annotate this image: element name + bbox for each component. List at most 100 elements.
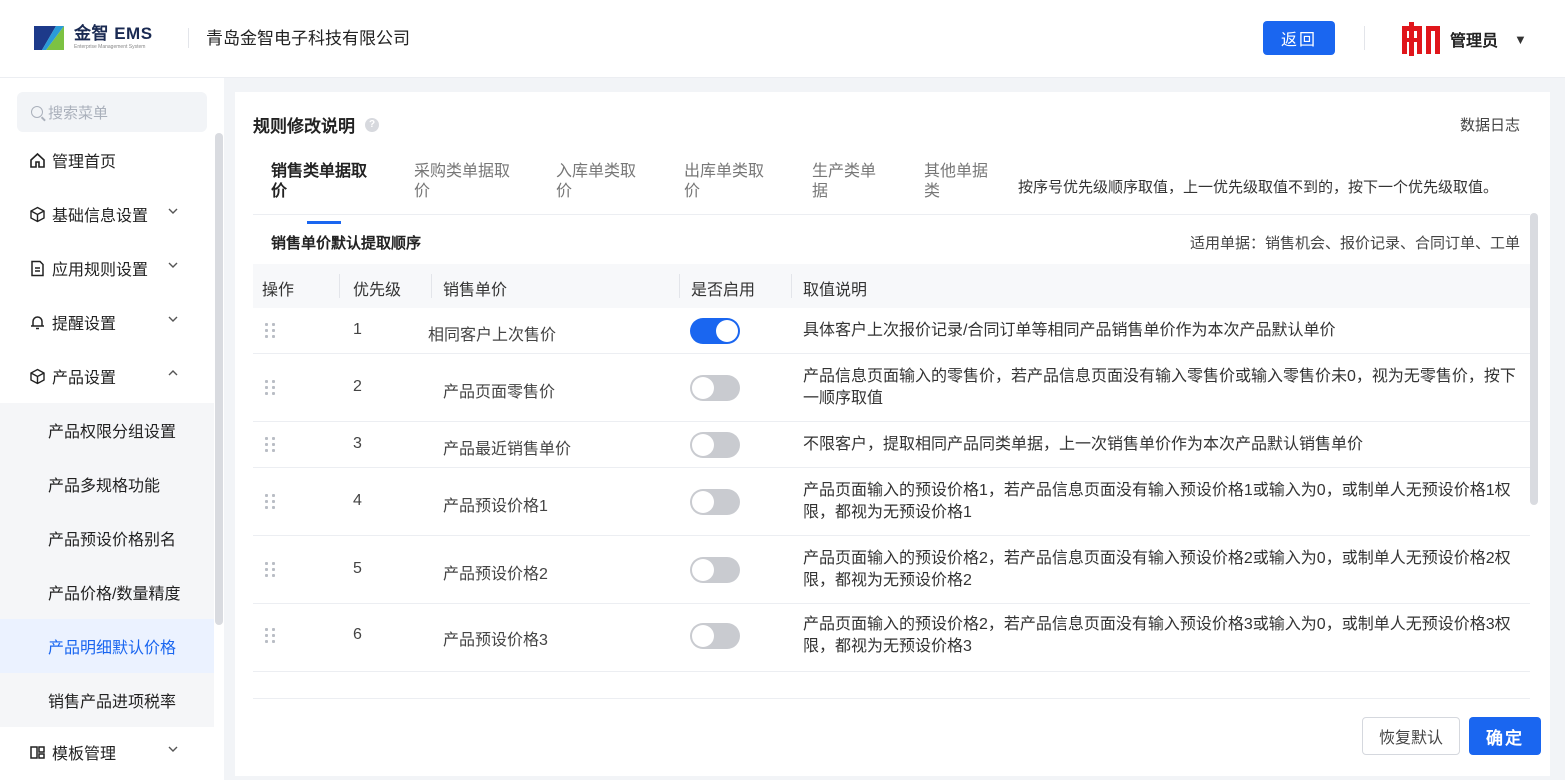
cube-icon: [28, 205, 46, 223]
user-menu[interactable]: 管理员 ▼: [1400, 22, 1527, 56]
tab-label-line1: 采购类单据取: [414, 163, 511, 180]
drag-handle-icon[interactable]: [265, 628, 275, 643]
drag-handle-icon[interactable]: [265, 562, 275, 577]
price-name-cell: 产品预设价格2: [443, 566, 548, 583]
chevron-up-icon: [168, 366, 178, 380]
sidebar-subitem-permission-groups[interactable]: 产品权限分组设置: [0, 403, 214, 457]
table-footer-divider: [253, 698, 1530, 699]
sidebar-subitem-input-tax-rate[interactable]: 销售产品进项税率: [0, 673, 214, 727]
template-icon: [28, 743, 46, 761]
column-divider: [679, 274, 680, 298]
column-header: 操作: [262, 282, 295, 299]
sidebar-item-templates[interactable]: 模板管理: [28, 740, 178, 764]
sidebar-item-label: 应用规则设置: [52, 262, 149, 279]
logo-subtext: Enterprise Management System: [74, 44, 146, 50]
priority-cell: 1: [353, 321, 362, 338]
sidebar-item-product-settings[interactable]: 产品设置: [28, 364, 178, 388]
price-name-cell: 产品页面零售价: [443, 384, 556, 401]
tab-label-line1: 生产类单: [812, 163, 877, 180]
sidebar-item-label: 基础信息设置: [52, 208, 149, 225]
drag-handle-icon[interactable]: [265, 380, 275, 395]
table-row: 2 产品页面零售价 产品信息页面输入的零售价，若产品信息页面没有输入零售价或输入…: [253, 354, 1530, 422]
tab-label-line2: 价: [556, 183, 573, 200]
menu-search-input[interactable]: 搜索菜单: [17, 92, 207, 132]
tab-label-line1: 入库单类取: [556, 163, 637, 180]
priority-cell: 4: [353, 492, 362, 509]
sidebar-subitem-default-price[interactable]: 产品明细默认价格: [0, 619, 214, 673]
sidebar: 搜索菜单 管理首页 基础信息设置 应用规则设置 提醒设置 产品设置 产品权限分组…: [0, 78, 224, 780]
enable-toggle[interactable]: [690, 557, 740, 583]
header-divider: [188, 28, 189, 48]
tab-label-line1: 其他单据: [924, 163, 989, 180]
table-row: 1 相同客户上次售价 具体客户上次报价记录/合同订单等相同产品销售单价作为本次产…: [253, 308, 1530, 354]
sidebar-subitem-preset-price-alias[interactable]: 产品预设价格别名: [0, 511, 214, 565]
chevron-down-icon: [168, 742, 178, 756]
drag-handle-icon[interactable]: [265, 323, 275, 338]
restore-default-button[interactable]: 恢复默认: [1362, 717, 1460, 755]
description-cell: 产品页面输入的预设价格1，若产品信息页面没有输入预设价格1或输入为0，或制单人无…: [803, 482, 1511, 521]
company-avatar-icon: [1402, 22, 1440, 56]
chevron-down-icon: [168, 258, 178, 272]
main-panel: 规则修改说明 ? 数据日志 销售类单据取 价 采购类单据取 价 入库单类取 价 …: [235, 92, 1550, 776]
tab-production-docs[interactable]: 生产类单 据: [812, 162, 912, 202]
description-cell: 不限客户，提取相同产品同类单据，上一次销售单价作为本次产品默认销售单价: [803, 436, 1364, 453]
tab-note: 按序号优先级顺序取值，上一优先级取值不到的，按下一个优先级取值。: [1018, 179, 1499, 196]
description-cell: 具体客户上次报价记录/合同订单等相同产品销售单价作为本次产品默认单价: [803, 322, 1336, 339]
column-header: 优先级: [353, 282, 402, 299]
table-row: 4 产品预设价格1 产品页面输入的预设价格1，若产品信息页面没有输入预设价格1或…: [253, 468, 1530, 536]
description-cell: 产品页面输入的预设价格2，若产品信息页面没有输入预设价格2或输入为0，或制单人无…: [803, 550, 1511, 589]
enable-toggle[interactable]: [690, 432, 740, 458]
user-name: 管理员: [1450, 33, 1499, 50]
sidebar-subitem-multi-spec[interactable]: 产品多规格功能: [0, 457, 214, 511]
sidebar-item-app-rules[interactable]: 应用规则设置: [28, 256, 178, 280]
tab-label-line1: 出库单类取: [684, 163, 765, 180]
price-name-cell: 相同客户上次售价: [428, 327, 557, 344]
home-icon: [28, 151, 46, 169]
header-divider: [1364, 26, 1365, 50]
column-header: 是否启用: [691, 282, 756, 299]
table-row: 6 产品预设价格3 产品页面输入的预设价格2，若产品信息页面没有输入预设价格3或…: [253, 604, 1530, 672]
help-icon[interactable]: ?: [365, 117, 379, 132]
ems-logo-icon: [34, 26, 64, 50]
sidebar-scrollbar[interactable]: [215, 133, 223, 625]
description-cell: 产品页面输入的预设价格2，若产品信息页面没有输入预设价格3或输入为0，或制单人无…: [803, 616, 1511, 655]
tab-purchase-docs[interactable]: 采购类单据取 价: [414, 162, 514, 202]
tab-inbound-docs[interactable]: 入库单类取 价: [556, 162, 656, 202]
tab-sales-docs[interactable]: 销售类单据取 价: [271, 162, 371, 202]
sidebar-item-home[interactable]: 管理首页: [28, 148, 116, 172]
drag-handle-icon[interactable]: [265, 437, 275, 452]
sidebar-subitem-price-precision[interactable]: 产品价格/数量精度: [0, 565, 214, 619]
sidebar-item-reminders[interactable]: 提醒设置: [28, 310, 178, 334]
page-title: 规则修改说明 ?: [253, 112, 379, 137]
logo-text: 金智 EMS: [74, 24, 153, 43]
enable-toggle[interactable]: [690, 375, 740, 401]
drag-handle-icon[interactable]: [265, 494, 275, 509]
priority-cell: 2: [353, 378, 362, 395]
data-log-link[interactable]: 数据日志: [1460, 114, 1520, 135]
column-header: 销售单价: [443, 282, 508, 299]
enable-toggle[interactable]: [690, 623, 740, 649]
tab-outbound-docs[interactable]: 出库单类取 价: [684, 162, 784, 202]
tab-other-docs[interactable]: 其他单据 类: [924, 162, 1024, 202]
price-name-cell: 产品最近销售单价: [443, 441, 572, 458]
sidebar-item-label: 模板管理: [52, 746, 117, 763]
table-scrollbar[interactable]: [1530, 213, 1538, 505]
bell-icon: [28, 313, 46, 331]
back-button[interactable]: 返回: [1263, 21, 1335, 55]
sidebar-item-basic-info[interactable]: 基础信息设置: [28, 202, 178, 226]
price-name-cell: 产品预设价格3: [443, 632, 548, 649]
app-logo[interactable]: 金智 EMS Enterprise Management System: [32, 20, 153, 56]
confirm-button[interactable]: 确定: [1469, 717, 1541, 755]
enable-toggle[interactable]: [690, 489, 740, 515]
table-row: 5 产品预设价格2 产品页面输入的预设价格2，若产品信息页面没有输入预设价格2或…: [253, 536, 1530, 604]
priority-cell: 5: [353, 560, 362, 577]
section-title: 销售单价默认提取顺序: [271, 235, 422, 252]
priority-cell: 3: [353, 435, 362, 452]
enable-toggle[interactable]: [690, 318, 740, 344]
page-title-text: 规则修改说明: [253, 117, 355, 136]
chevron-down-icon: [168, 312, 178, 326]
cube-icon: [28, 367, 46, 385]
search-placeholder: 搜索菜单: [48, 104, 109, 122]
tab-label-line2: 价: [414, 183, 431, 200]
document-icon: [28, 259, 46, 277]
